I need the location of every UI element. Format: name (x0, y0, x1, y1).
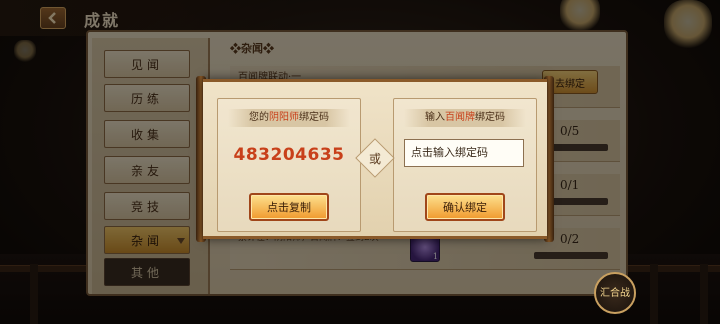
enter-code-label: 输入百闻牌绑定码 (404, 109, 526, 127)
label-highlight: 百闻牌 (445, 112, 475, 123)
label-prefix: 您的 (249, 112, 269, 123)
enter-code-box: 输入百闻牌绑定码 点击输入绑定码 确认绑定 (393, 98, 537, 232)
bind-code-input[interactable]: 点击输入绑定码 (404, 139, 524, 167)
my-code-label: 您的阴阳师绑定码 (228, 109, 350, 127)
label-prefix: 输入 (425, 112, 445, 123)
label-suffix: 绑定码 (475, 112, 505, 123)
label-suffix: 绑定码 (299, 112, 329, 123)
confirm-bind-button[interactable]: 确认绑定 (425, 193, 505, 221)
bind-code-dialog: 您的阴阳师绑定码 483204635 点击复制 或 输入百闻牌绑定码 点击输入绑… (203, 79, 547, 239)
label-highlight: 阴阳师 (269, 112, 299, 123)
my-code-box: 您的阴阳师绑定码 483204635 点击复制 (217, 98, 361, 232)
or-label: 或 (368, 151, 381, 166)
bind-code-value: 483204635 (233, 145, 345, 165)
copy-button[interactable]: 点击复制 (249, 193, 329, 221)
event-emblem-icon[interactable]: 汇合战 (594, 272, 636, 314)
